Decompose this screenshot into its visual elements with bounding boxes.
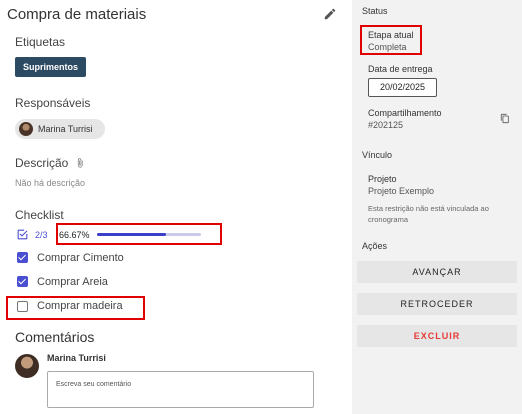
highlight-unchecked-item xyxy=(6,296,145,320)
comments-heading: Comentários xyxy=(15,329,95,345)
advance-button[interactable]: AVANÇAR xyxy=(357,261,517,283)
sharing-label: Compartilhamento xyxy=(368,108,442,118)
link-label: Vínculo xyxy=(362,150,393,160)
delivery-date-field[interactable]: 20/02/2025 xyxy=(368,78,437,97)
avatar xyxy=(15,354,39,378)
checklist-label: Checklist xyxy=(15,208,64,222)
highlight-stage xyxy=(360,25,422,55)
task-main-panel: Compra de materiais Etiquetas Suprimento… xyxy=(0,0,352,414)
project-value: Projeto Exemplo xyxy=(368,186,435,196)
responsible-name: Marina Turrisi xyxy=(38,124,93,134)
tag-suprimentos[interactable]: Suprimentos xyxy=(15,57,87,77)
checklist-icon xyxy=(17,229,28,240)
restriction-note: Esta restrição não está vinculada ao cro… xyxy=(368,204,489,224)
description-label: Descrição xyxy=(15,156,85,170)
highlight-progress xyxy=(56,223,222,245)
sharing-id: #202125 xyxy=(368,120,404,130)
checkbox-item-1[interactable] xyxy=(17,252,28,263)
task-detail-dialog: Compra de materiais Etiquetas Suprimento… xyxy=(0,0,522,414)
back-button[interactable]: RETROCEDER xyxy=(357,293,517,315)
task-title: Compra de materiais xyxy=(7,6,147,23)
responsibles-label: Responsáveis xyxy=(15,96,91,110)
comment-input[interactable]: Escreva seu comentário xyxy=(47,371,314,408)
copy-icon[interactable] xyxy=(500,113,510,124)
description-value: Não há descrição xyxy=(15,178,86,188)
status-label: Status xyxy=(362,6,388,16)
actions-label: Ações xyxy=(362,241,388,251)
avatar xyxy=(19,122,33,136)
comment-user-name: Marina Turrisi xyxy=(47,353,106,363)
checklist-item-2: Comprar Areia xyxy=(37,276,108,288)
responsible-chip[interactable]: Marina Turrisi xyxy=(15,119,105,139)
project-label: Projeto xyxy=(368,174,397,184)
description-label-text: Descrição xyxy=(15,156,69,170)
status-sidebar: Status Etapa atual Completa Data de entr… xyxy=(352,0,522,414)
delivery-label: Data de entrega xyxy=(368,64,433,74)
delete-button[interactable]: EXCLUIR xyxy=(357,325,517,347)
attachment-icon[interactable] xyxy=(75,158,85,168)
checkbox-item-2[interactable] xyxy=(17,276,28,287)
pencil-icon[interactable] xyxy=(323,7,337,21)
tags-label: Etiquetas xyxy=(15,35,66,49)
checklist-count: 2/3 xyxy=(35,230,48,240)
checklist-item-1: Comprar Cimento xyxy=(37,252,124,264)
